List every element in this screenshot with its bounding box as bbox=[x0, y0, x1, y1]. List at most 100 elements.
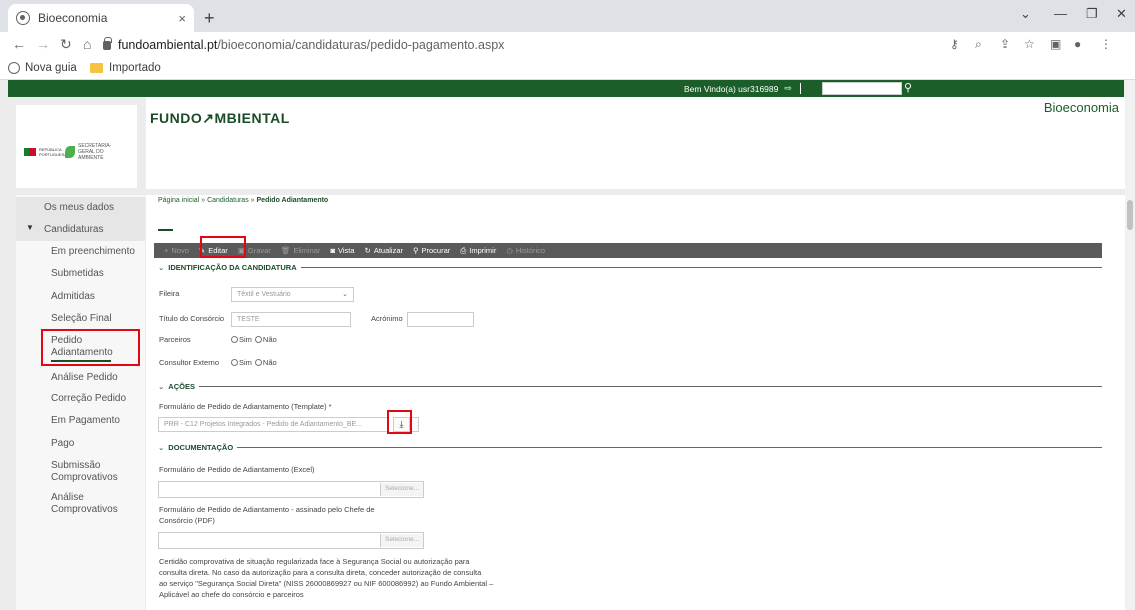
acronimo-input[interactable] bbox=[407, 312, 474, 327]
home-icon[interactable]: ⌂ bbox=[83, 36, 91, 52]
atualizar-label: Atualizar bbox=[373, 246, 403, 255]
sidebar-item-label: Em preenchimento bbox=[51, 246, 135, 257]
logo-panel: REPÚBLICA PORTUGUESA SECRETARIA-GERAL DO… bbox=[16, 105, 137, 188]
pdf-file-input[interactable]: Selecione... bbox=[158, 532, 424, 549]
radio-label: Sim bbox=[239, 335, 252, 344]
zoom-icon[interactable]: ⌕ bbox=[975, 37, 982, 52]
eye-icon: ◙ bbox=[330, 246, 335, 255]
divider bbox=[300, 266, 1102, 268]
globe-icon bbox=[8, 62, 20, 74]
republica-portuguesa-logo bbox=[24, 148, 36, 156]
scrollbar-thumb[interactable] bbox=[1127, 200, 1133, 230]
star-icon[interactable]: ☆ bbox=[1024, 37, 1035, 51]
folder-icon bbox=[90, 63, 103, 73]
title-underline bbox=[158, 229, 173, 231]
tab-search-icon[interactable]: ⌄ bbox=[1020, 6, 1031, 22]
parceiros-label: Parceiros bbox=[159, 335, 191, 344]
close-window-icon[interactable]: ✕ bbox=[1116, 6, 1127, 22]
fileira-select[interactable]: Têxtil e Vestuário ⌄ bbox=[231, 287, 354, 302]
new-tab-button[interactable]: + bbox=[204, 8, 215, 29]
sidebar-item-label: Os meus dados bbox=[44, 202, 115, 213]
minimize-icon[interactable]: — bbox=[1054, 6, 1067, 21]
radio-sim[interactable] bbox=[231, 359, 238, 366]
section-title: IDENTIFICAÇÃO DA CANDIDATURA bbox=[168, 262, 297, 272]
titulo-label: Título do Consórcio bbox=[159, 314, 225, 323]
history-icon: ◷ bbox=[506, 246, 513, 255]
restore-icon[interactable]: ❐ bbox=[1086, 6, 1098, 22]
section-acoes[interactable]: ⌄ AÇÕES bbox=[158, 380, 1102, 392]
sidebar-item-label: Seleção Final bbox=[51, 313, 112, 324]
fundo-ambiental-logo[interactable]: FUNDO↗MBIENTAL bbox=[150, 110, 290, 127]
sidebar-item-label: Candidaturas bbox=[44, 224, 104, 235]
template-file-field[interactable]: PRR - C12 Projetos Integrados - Pedido d… bbox=[158, 417, 388, 432]
forward-icon[interactable]: → bbox=[36, 36, 50, 52]
procurar-button[interactable]: ⚲ Procurar bbox=[413, 246, 450, 255]
bookmark-importado[interactable]: Importado bbox=[90, 62, 161, 74]
share-icon[interactable]: ⇪ bbox=[1000, 37, 1010, 51]
vista-label: Vista bbox=[337, 246, 355, 255]
bookmark-nova-guia[interactable]: Nova guia bbox=[8, 62, 77, 74]
section-identificacao[interactable]: ⌄ IDENTIFICAÇÃO DA CANDIDATURA bbox=[158, 261, 1102, 273]
historico-label: Histórico bbox=[515, 246, 546, 255]
breadcrumb-sep: » bbox=[201, 197, 206, 204]
highlight-box-sidebar bbox=[41, 329, 140, 366]
radio-label: Não bbox=[262, 335, 277, 344]
fileira-label: Fileira bbox=[159, 289, 180, 298]
menu-icon[interactable]: ⋮ bbox=[1100, 37, 1112, 51]
historico-button[interactable]: ◷ Histórico bbox=[506, 246, 545, 255]
consultor-label: Consultor Externo bbox=[159, 358, 220, 367]
certidao-text: Certidão comprovativa de situação regula… bbox=[159, 556, 493, 600]
atualizar-button[interactable]: ↻ Atualizar bbox=[365, 246, 403, 255]
welcome-text: Bem Vindo(a) usr316989 bbox=[684, 83, 779, 94]
side-panel-icon[interactable]: ▣ bbox=[1050, 37, 1061, 51]
novo-button[interactable]: + Novo bbox=[164, 246, 189, 255]
radio-nao[interactable] bbox=[254, 359, 262, 366]
selecione-button[interactable]: Selecione... bbox=[380, 534, 423, 547]
delete-icon[interactable] bbox=[411, 417, 419, 432]
sidebar-item-label: Admitidas bbox=[51, 291, 95, 302]
sidebar-item-label: Análise Pedido bbox=[51, 372, 118, 383]
site-body: Bem Vindo(a) usr316989 ⇨ ⚲ REPÚBLICA POR… bbox=[0, 80, 1135, 610]
sidebar-item-meus-dados[interactable]: Os meus dados bbox=[16, 197, 145, 219]
lock-icon bbox=[103, 36, 112, 50]
search-icon[interactable]: ⚲ bbox=[904, 81, 912, 94]
titulo-input[interactable]: TESTE bbox=[231, 312, 351, 327]
certidao-line: Aplicável ao chefe do consórcio e parcei… bbox=[159, 590, 304, 599]
selecione-button[interactable]: Selecione... bbox=[380, 483, 423, 496]
page-scrollbar[interactable] bbox=[1125, 80, 1135, 610]
browser-tab[interactable]: Bioeconomia × bbox=[8, 4, 194, 32]
partner-logos: REPÚBLICA PORTUGUESA SECRETARIA-GERAL DO… bbox=[24, 143, 122, 161]
sidebar-item-label: Submetidas bbox=[51, 268, 104, 279]
back-icon[interactable]: ← bbox=[12, 36, 26, 52]
app-name: Bioeconomia bbox=[1043, 100, 1119, 115]
reload-icon[interactable]: ↻ bbox=[60, 36, 72, 53]
url-field[interactable]: fundoambiental.pt /bioeconomia/candidatu… bbox=[103, 35, 1053, 55]
imprimir-label: Imprimir bbox=[469, 246, 497, 255]
excel-file-input[interactable]: Selecione... bbox=[158, 481, 424, 498]
parceiros-radio-group: Sim Não bbox=[228, 335, 277, 344]
bookmark-label: Importado bbox=[109, 62, 161, 74]
caret-down-icon: ▼ bbox=[26, 223, 34, 232]
radio-nao[interactable] bbox=[254, 336, 262, 343]
sidebar-group-candidaturas[interactable]: ▼ Candidaturas bbox=[16, 219, 145, 241]
close-tab-icon[interactable]: × bbox=[178, 11, 186, 26]
profile-icon[interactable]: ● bbox=[1074, 37, 1081, 51]
vista-button[interactable]: ◙ Vista bbox=[330, 246, 354, 255]
site-search-input[interactable] bbox=[822, 82, 902, 95]
top-green-bar: Bem Vindo(a) usr316989 ⇨ ⚲ bbox=[8, 80, 1124, 97]
key-icon[interactable]: ⚷ bbox=[950, 37, 959, 51]
section-documentacao[interactable]: ⌄ DOCUMENTAÇÃO bbox=[158, 441, 1102, 453]
breadcrumb-home[interactable]: Página inicial bbox=[158, 197, 199, 204]
sidebar-item-label: Pago bbox=[51, 438, 75, 449]
imprimir-button[interactable]: ⎙ Imprimir bbox=[460, 246, 496, 256]
eliminar-label: Eliminar bbox=[293, 246, 321, 255]
breadcrumb-candidaturas[interactable]: Candidaturas bbox=[207, 197, 249, 204]
logout-icon[interactable]: ⇨ bbox=[784, 83, 792, 94]
divider bbox=[237, 446, 1102, 448]
fileira-value: Têxtil e Vestuário bbox=[237, 291, 291, 298]
acronimo-label: Acrónimo bbox=[371, 314, 403, 323]
eliminar-button[interactable]: 🗑 Eliminar bbox=[281, 246, 321, 255]
search-icon: ⚲ bbox=[413, 246, 419, 255]
trash-icon: 🗑 bbox=[280, 246, 291, 255]
radio-sim[interactable] bbox=[231, 336, 238, 343]
